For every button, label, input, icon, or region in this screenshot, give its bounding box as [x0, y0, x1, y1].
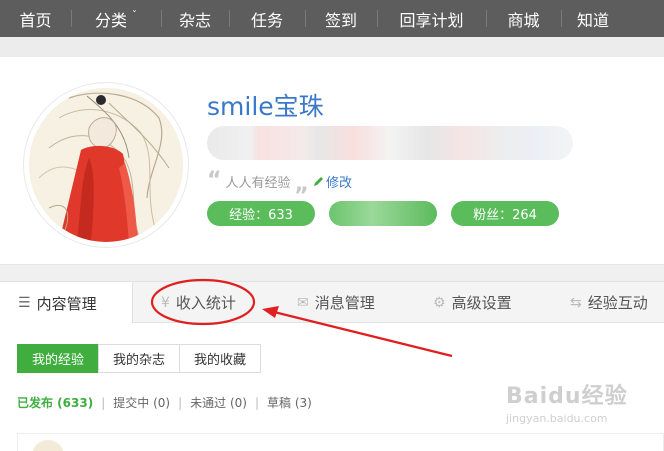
- divider: |: [101, 395, 106, 410]
- avatar-illustration: [29, 88, 183, 242]
- tab-advanced-settings[interactable]: ⚙ 高级设置: [433, 282, 512, 323]
- profile-page: 首页 分类 ˇ 杂志 任务 签到 回享计划 商城 知道 smile宝珠 “ 人人…: [0, 0, 664, 451]
- tab-message-management[interactable]: ✉ 消息管理: [297, 282, 375, 323]
- nav-share-plan-label: 回享计划: [399, 10, 464, 30]
- tab-advanced-settings-label: 高级设置: [451, 294, 512, 312]
- list-icon: ☰: [18, 295, 31, 311]
- nav-magazine-label: 杂志: [178, 10, 211, 30]
- edit-label: 修改: [325, 175, 352, 191]
- nav-mall[interactable]: 商城: [486, 0, 561, 37]
- signature-row: “ 人人有经验 „ 修改: [207, 166, 352, 196]
- subtab-my-favorites[interactable]: 我的收藏: [179, 344, 262, 373]
- blurred-badge: [329, 201, 437, 226]
- tab-message-management-label: 消息管理: [314, 294, 375, 312]
- stats-badges: 经验：633 粉丝：264: [207, 201, 559, 226]
- baidu-watermark: Baidu经验 jingyan.baidu.com: [506, 378, 628, 425]
- experience-badge[interactable]: 经验：633: [207, 201, 315, 226]
- tab-content-management[interactable]: ☰ 内容管理: [0, 282, 133, 324]
- nav-share-plan[interactable]: 回享计划: [377, 0, 486, 37]
- nav-checkin[interactable]: 签到: [305, 0, 377, 37]
- nav-home-label: 首页: [19, 10, 52, 30]
- subtab-my-magazine[interactable]: 我的杂志: [98, 344, 181, 373]
- list-item[interactable]: [17, 433, 664, 451]
- header-spacer: [0, 37, 664, 57]
- filter-rejected[interactable]: 未通过 (0): [190, 394, 247, 411]
- divider: |: [254, 395, 259, 410]
- filter-submitting[interactable]: 提交中 (0): [113, 394, 170, 411]
- exchange-icon: ⇆: [570, 294, 582, 311]
- profile-card: smile宝珠 “ 人人有经验 „ 修改 经验：633 粉丝：264: [0, 57, 664, 265]
- gear-icon: ⚙: [433, 294, 446, 311]
- tab-experience-interaction[interactable]: ⇆ 经验互动: [570, 282, 648, 323]
- nav-tasks-label: 任务: [250, 10, 283, 30]
- nav-category[interactable]: 分类 ˇ: [71, 0, 161, 37]
- nav-mall-label: 商城: [507, 10, 540, 30]
- signature-text: 人人有经验: [225, 175, 291, 191]
- watermark-domain: jingyan.baidu.com: [506, 412, 608, 425]
- blurred-info: [207, 126, 573, 160]
- management-tabs: ☰ 内容管理 ¥ 收入统计 ✉ 消息管理 ⚙ 高级设置 ⇆ 经验互动: [0, 281, 664, 324]
- tab-content-management-label: 内容管理: [36, 294, 97, 313]
- open-quote-icon: “: [207, 168, 222, 193]
- avatar[interactable]: [24, 83, 188, 247]
- sub-tabs: 我的经验 我的杂志 我的收藏: [17, 344, 262, 373]
- top-navigation: 首页 分类 ˇ 杂志 任务 签到 回享计划 商城 知道: [0, 0, 664, 37]
- tab-income-stats[interactable]: ¥ 收入统计: [161, 282, 236, 323]
- nav-tasks[interactable]: 任务: [229, 0, 305, 37]
- chevron-down-icon: ˇ: [132, 10, 137, 21]
- nav-checkin-label: 签到: [324, 10, 357, 30]
- subtab-my-experience[interactable]: 我的经验: [17, 344, 100, 373]
- edit-signature-link[interactable]: 修改: [313, 172, 352, 191]
- nav-zhidao[interactable]: 知道: [561, 0, 664, 37]
- filter-drafts[interactable]: 草稿 (3): [267, 394, 312, 411]
- nav-zhidao-label: 知道: [577, 10, 610, 30]
- fans-badge[interactable]: 粉丝：264: [451, 201, 559, 226]
- filter-published[interactable]: 已发布 (633): [17, 394, 93, 411]
- tab-experience-interaction-label: 经验互动: [587, 294, 648, 312]
- mail-icon: ✉: [297, 294, 309, 311]
- status-filters: 已发布 (633) | 提交中 (0) | 未通过 (0) | 草稿 (3): [17, 394, 312, 411]
- close-quote-icon: „: [294, 172, 309, 197]
- list-item-thumbnail: [32, 440, 64, 451]
- username[interactable]: smile宝珠: [207, 87, 324, 123]
- yen-icon: ¥: [161, 294, 170, 311]
- divider: |: [178, 395, 183, 410]
- pencil-icon: [313, 176, 323, 186]
- tab-income-stats-label: 收入统计: [175, 294, 236, 312]
- nav-magazine[interactable]: 杂志: [161, 0, 229, 37]
- watermark-brand: Baidu经验: [506, 384, 628, 409]
- nav-category-label: 分类: [94, 10, 127, 30]
- nav-home[interactable]: 首页: [0, 0, 71, 37]
